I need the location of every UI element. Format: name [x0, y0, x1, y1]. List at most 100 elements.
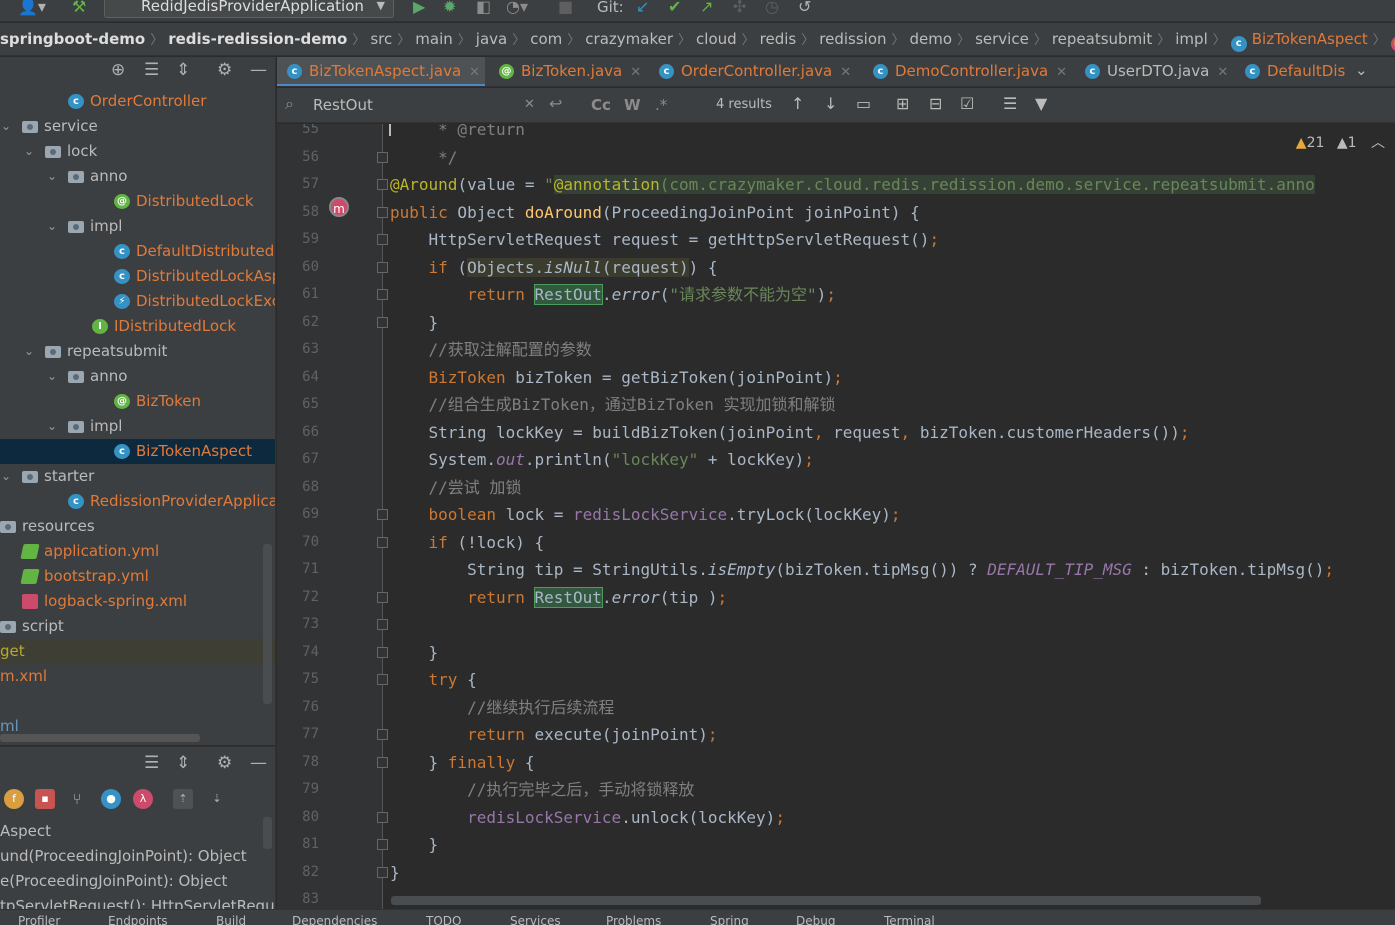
- filter-icon[interactable]: ▼: [1035, 94, 1047, 113]
- inherited-filter-icon[interactable]: ⑂: [67, 789, 87, 809]
- fold-marker-icon[interactable]: [377, 289, 388, 300]
- tree-item[interactable]: c BizTokenAspect: [0, 439, 275, 464]
- structure-item[interactable]: und(ProceedingJoinPoint): Object: [0, 844, 275, 869]
- structure-item[interactable]: e(ProceedingJoinPoint): Object: [0, 869, 275, 894]
- collapse-all-icon[interactable]: ⇕: [176, 60, 190, 80]
- new-line-icon[interactable]: ↩: [549, 94, 562, 113]
- tree-item[interactable]: I IDistributedLock: [0, 314, 275, 339]
- breadcrumb-item[interactable]: BizTokenAspect: [1252, 23, 1368, 55]
- tree-item[interactable]: application.yml: [0, 539, 275, 564]
- chevron-down-icon[interactable]: ⌄: [0, 464, 12, 489]
- git-push-icon[interactable]: ↗: [700, 0, 713, 18]
- breadcrumb-item[interactable]: main: [415, 23, 452, 55]
- tool-window-services[interactable]: Services: [510, 914, 561, 925]
- match-case-toggle[interactable]: Cc: [591, 96, 611, 114]
- tree-item[interactable]: c OrderController: [0, 89, 275, 114]
- lock-filter-icon[interactable]: ▪: [35, 789, 55, 809]
- previous-occurrence-icon[interactable]: ↑: [791, 94, 804, 113]
- tree-item[interactable]: ⌄ anno: [0, 364, 275, 389]
- breadcrumb-item[interactable]: java: [476, 23, 507, 55]
- clear-search-icon[interactable]: ✕: [524, 97, 535, 112]
- expand-all-icon[interactable]: ☰: [144, 60, 159, 80]
- tree-item[interactable]: ⌄ repeatsubmit: [0, 339, 275, 364]
- tool-window-build[interactable]: Build: [216, 914, 246, 925]
- fold-marker-icon[interactable]: [377, 729, 388, 740]
- breadcrumb-item[interactable]: cloud: [696, 23, 737, 55]
- tree-item[interactable]: ⌄ impl: [0, 214, 275, 239]
- structure-item[interactable]: Aspect: [0, 819, 275, 844]
- remove-selection-icon[interactable]: ⊟: [929, 94, 942, 113]
- hide-panel-icon[interactable]: —: [250, 60, 267, 80]
- select-all-occurrences-icon[interactable]: ▭: [856, 94, 871, 113]
- git-compare-icon[interactable]: ✣: [733, 0, 746, 18]
- tree-item[interactable]: ⌄ anno: [0, 164, 275, 189]
- hide-panel-icon[interactable]: —: [250, 753, 267, 773]
- structure-scrollbar[interactable]: [263, 817, 272, 849]
- autoscroll-from-source-icon[interactable]: ⇣: [207, 789, 227, 809]
- anonymous-filter-icon[interactable]: ●: [101, 789, 121, 809]
- chevron-down-icon[interactable]: ⌄: [23, 339, 35, 364]
- fold-marker-icon[interactable]: [377, 811, 388, 823]
- code-editor[interactable]: 55 56 57 58 59 60 61 62 63 64 65 66 67 68 69 70 71 72 73 74…: [277, 124, 1395, 909]
- tab-biztoken-java[interactable]: @ BizToken.java ✕: [489, 57, 641, 86]
- stop-icon[interactable]: ■: [558, 0, 573, 18]
- git-history-icon[interactable]: ◷: [765, 0, 779, 18]
- gear-icon[interactable]: ⚙: [217, 60, 232, 80]
- breadcrumb-item[interactable]: com: [530, 23, 562, 55]
- fold-marker-icon[interactable]: [377, 619, 388, 630]
- project-scrollbar-vertical[interactable]: [263, 544, 272, 704]
- tab-biztokenaspect-java[interactable]: c BizTokenAspect.java ✕: [277, 57, 485, 86]
- tree-item[interactable]: @ BizToken: [0, 389, 275, 414]
- chevron-down-icon[interactable]: ⌄: [0, 114, 12, 139]
- tree-item[interactable]: bootstrap.yml: [0, 564, 275, 589]
- breadcrumb-item[interactable]: redis-redission-demo: [168, 23, 347, 55]
- fields-filter-icon[interactable]: f: [4, 789, 24, 809]
- tree-item[interactable]: ⌄ lock: [0, 139, 275, 164]
- search-icon[interactable]: ⌕: [285, 94, 294, 114]
- tabs-overflow-chevron-icon[interactable]: ⌄: [1355, 61, 1368, 79]
- select-all-icon[interactable]: ☑: [960, 94, 974, 113]
- tool-window-profiler[interactable]: Profiler: [18, 914, 60, 925]
- tool-window-spring[interactable]: Spring: [710, 914, 749, 925]
- tree-item[interactable]: c DefaultDistributedL: [0, 239, 275, 264]
- add-selection-icon[interactable]: ⊞: [896, 94, 909, 113]
- fold-marker-icon[interactable]: [377, 509, 388, 520]
- fold-marker-icon[interactable]: [377, 234, 388, 245]
- breadcrumb-item[interactable]: redission: [819, 23, 886, 55]
- tool-window-debug[interactable]: Debug: [796, 914, 835, 925]
- breadcrumb-item[interactable]: src: [370, 23, 392, 55]
- tool-window-todo[interactable]: TODO: [426, 914, 461, 925]
- breadcrumb-item[interactable]: impl: [1175, 23, 1207, 55]
- tab-ordercontroller-java[interactable]: c OrderController.java ✕: [649, 57, 851, 86]
- chevron-down-icon[interactable]: ⌄: [23, 139, 35, 164]
- search-input[interactable]: [313, 93, 533, 117]
- aspect-gutter-icon[interactable]: m: [329, 197, 349, 217]
- chevron-up-icon[interactable]: ︿: [1371, 135, 1385, 151]
- gear-icon[interactable]: ⚙: [217, 753, 232, 773]
- tree-item[interactable]: resources: [0, 514, 275, 539]
- whole-words-toggle[interactable]: W: [624, 96, 641, 114]
- tree-item[interactable]: ⌄ starter: [0, 464, 275, 489]
- tool-window-dependencies[interactable]: Dependencies: [292, 914, 377, 925]
- user-icon[interactable]: 👤▾: [18, 0, 46, 18]
- run-icon[interactable]: ▶: [413, 0, 425, 18]
- fold-marker-icon[interactable]: [377, 866, 388, 878]
- close-icon[interactable]: ✕: [630, 65, 641, 80]
- fold-marker-icon[interactable]: [377, 839, 388, 850]
- run-configuration-select[interactable]: RedidJedisProviderApplication ▼: [104, 0, 394, 18]
- breadcrumb-item[interactable]: service: [975, 23, 1029, 55]
- fold-marker-icon[interactable]: [377, 179, 388, 190]
- collapse-all-icon[interactable]: ⇕: [176, 753, 190, 773]
- fold-marker-icon[interactable]: [377, 646, 388, 658]
- fold-marker-icon[interactable]: [377, 756, 388, 768]
- tree-item[interactable]: get: [0, 639, 275, 664]
- fold-marker-icon[interactable]: [377, 536, 388, 548]
- lambda-filter-icon[interactable]: λ: [133, 789, 153, 809]
- next-occurrence-icon[interactable]: ↓: [824, 94, 837, 113]
- fold-marker-icon[interactable]: [377, 674, 388, 685]
- project-scrollbar-horizontal[interactable]: [0, 734, 200, 742]
- close-icon[interactable]: ✕: [840, 65, 851, 80]
- coverage-icon[interactable]: ◧: [476, 0, 491, 18]
- locate-file-icon[interactable]: ⊕: [111, 60, 125, 80]
- tree-item[interactable]: c DistributedLockAsp: [0, 264, 275, 289]
